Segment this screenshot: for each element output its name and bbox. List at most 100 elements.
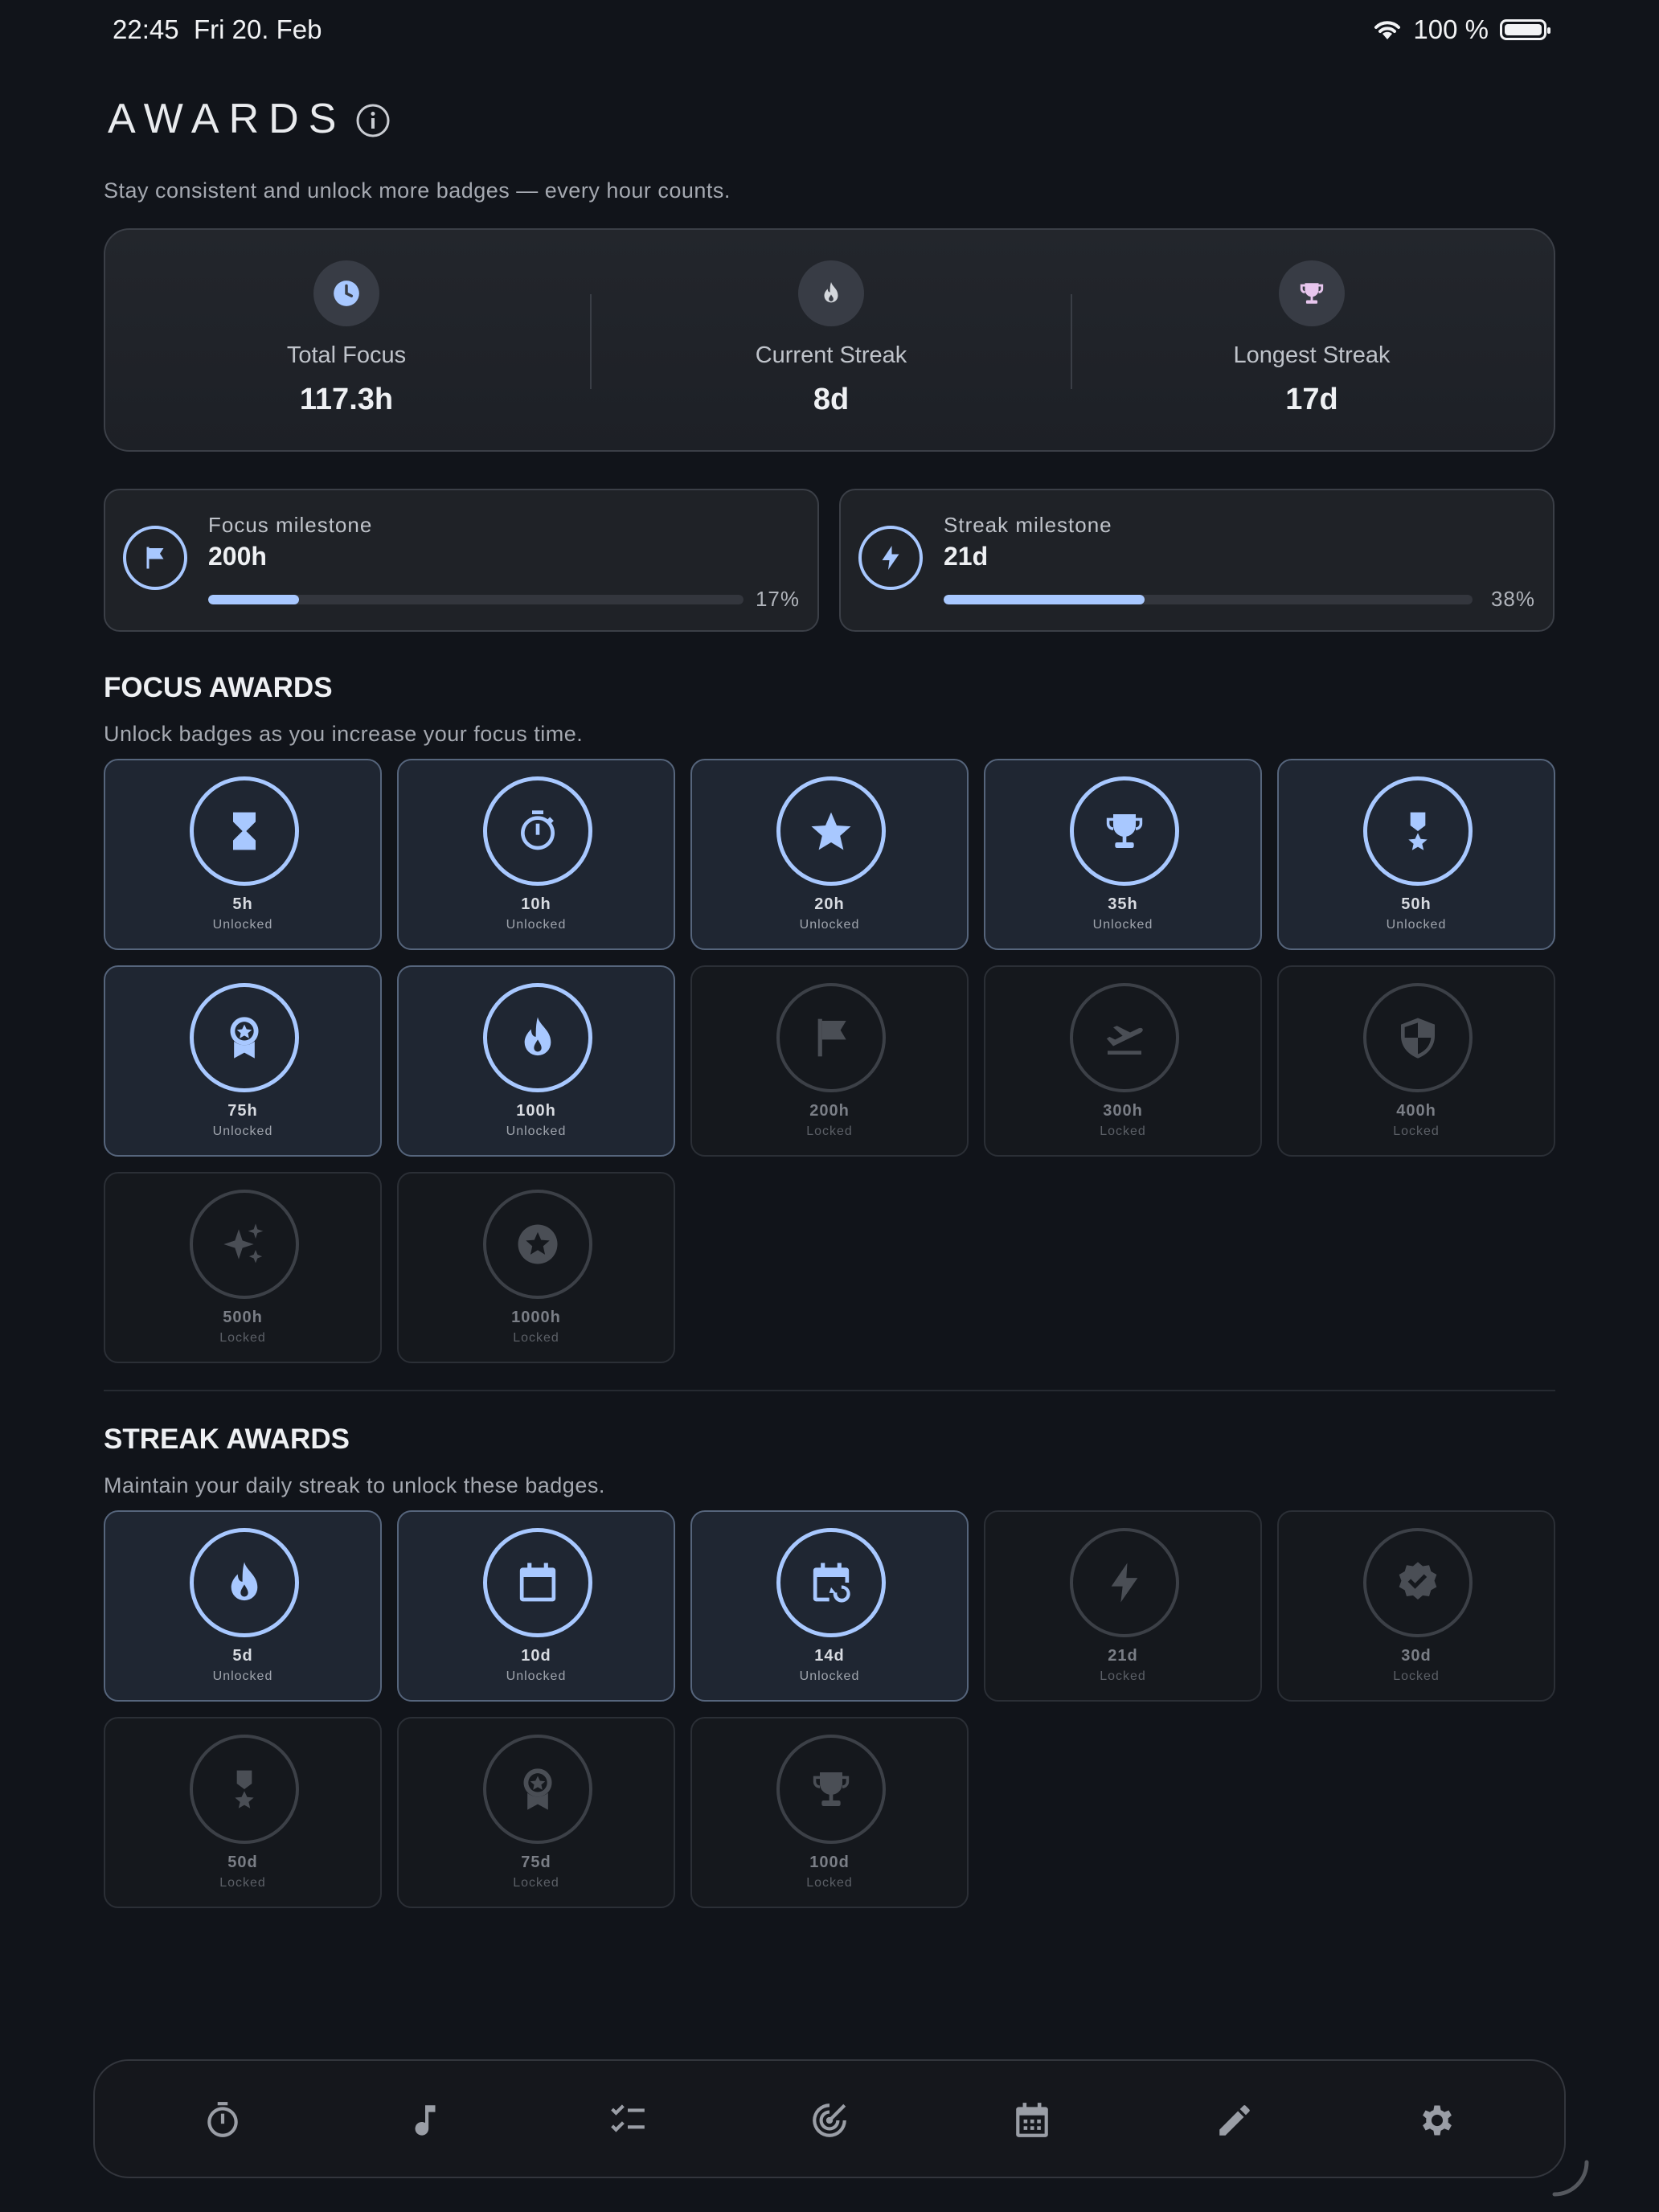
badge-circle <box>776 776 886 886</box>
nav-focus[interactable] <box>805 2096 854 2144</box>
badge-label: 100h <box>516 1102 556 1120</box>
milestone-percent: 17% <box>755 587 800 611</box>
bolt-icon <box>858 526 923 590</box>
badge-label: 35h <box>1108 895 1138 913</box>
stats-card: Total Focus 117.3h Current Streak 8d Lon… <box>104 228 1555 452</box>
badge-75h[interactable]: 75h Unlocked <box>104 965 382 1157</box>
badge-status: Locked <box>1100 1669 1146 1683</box>
badge-300h[interactable]: 300h Locked <box>984 965 1262 1157</box>
hourglass-icon <box>233 812 256 850</box>
badge-14d[interactable]: 14d Unlocked <box>690 1510 969 1702</box>
badge-status: Unlocked <box>506 1124 567 1138</box>
sparkles-icon <box>223 1223 264 1264</box>
info-icon[interactable] <box>355 103 391 138</box>
status-date: Fri 20. Feb <box>193 14 322 44</box>
badge-21d[interactable]: 21d Locked <box>984 1510 1262 1702</box>
focus-awards-subtitle: Unlock badges as you increase your focus… <box>104 722 584 746</box>
badge-label: 400h <box>1396 1102 1436 1120</box>
badge-100d[interactable]: 100d Locked <box>690 1717 969 1908</box>
focus-awards-title: FOCUS AWARDS <box>104 672 333 703</box>
badge-circle <box>483 983 592 1092</box>
badge-status: Unlocked <box>506 918 567 932</box>
verified-icon <box>1399 1562 1437 1600</box>
checklist-icon <box>611 2104 645 2132</box>
status-time: 22:45 <box>113 14 179 44</box>
nav-calendar[interactable] <box>1008 2096 1056 2144</box>
status-right: 100 % <box>1373 14 1550 45</box>
badge-label: 500h <box>223 1309 263 1326</box>
badge-circle <box>483 1190 592 1299</box>
badge-status: Unlocked <box>212 918 273 932</box>
star-icon <box>811 812 851 850</box>
page-title: AWARDS <box>108 96 346 142</box>
badge-circle <box>190 1528 299 1637</box>
stat-current-streak: Current Streak 8d <box>590 230 1072 453</box>
flag-icon <box>123 526 187 590</box>
stat-label: Current Streak <box>755 342 907 368</box>
calendar-icon <box>1016 2103 1048 2137</box>
badge-5h[interactable]: 5h Unlocked <box>104 759 382 950</box>
badge-status: Unlocked <box>1386 918 1447 932</box>
badge-1000h[interactable]: 1000h Locked <box>397 1172 675 1363</box>
trophy-icon <box>1279 260 1345 326</box>
nav-timer[interactable] <box>199 2096 247 2144</box>
bottom-nav <box>93 2059 1566 2178</box>
nav-music[interactable] <box>401 2096 449 2144</box>
badge-label: 10h <box>521 895 551 913</box>
milestone-label: Streak milestone <box>944 513 1112 537</box>
badge-label: 30d <box>1401 1647 1432 1665</box>
stat-value: 8d <box>813 383 850 416</box>
stat-longest-streak: Longest Streak 17d <box>1071 230 1553 453</box>
badge-label: 100d <box>809 1854 850 1871</box>
flame-icon <box>231 1562 258 1601</box>
milestone-progress-fill <box>944 595 1145 604</box>
flame-icon <box>524 1017 551 1056</box>
badge-circle <box>483 776 592 886</box>
badge-status: Unlocked <box>799 1669 860 1683</box>
badge-label: 21d <box>1108 1647 1138 1665</box>
badge-label: 300h <box>1103 1102 1143 1120</box>
badge-label: 50h <box>1401 895 1432 913</box>
nav-notes[interactable] <box>1210 2096 1259 2144</box>
badge-100h[interactable]: 100h Unlocked <box>397 965 675 1157</box>
shield-icon <box>1401 1018 1435 1059</box>
badge-500h[interactable]: 500h Locked <box>104 1172 382 1363</box>
award-ribbon-icon <box>523 1768 552 1810</box>
milestone-value: 21d <box>944 542 989 571</box>
focus-milestone-card: Focus milestone 200h 17% <box>104 489 819 632</box>
badge-75d[interactable]: 75d Locked <box>397 1717 675 1908</box>
badge-status: Locked <box>513 1876 559 1890</box>
badge-circle <box>776 983 886 1092</box>
badge-10d[interactable]: 10d Unlocked <box>397 1510 675 1702</box>
milestone-progress-track <box>944 595 1473 604</box>
badge-50h[interactable]: 50h Unlocked <box>1277 759 1555 950</box>
stat-value: 117.3h <box>299 383 394 416</box>
music-note-icon <box>415 2105 436 2136</box>
badge-30d[interactable]: 30d Locked <box>1277 1510 1555 1702</box>
page-subtitle: Stay consistent and unlock more badges —… <box>104 178 731 203</box>
nav-settings[interactable] <box>1413 2096 1461 2144</box>
nav-tasks[interactable] <box>604 2096 652 2144</box>
bolt-icon <box>1111 1563 1138 1603</box>
badge-circle <box>776 1735 886 1844</box>
badge-20h[interactable]: 20h Unlocked <box>690 759 969 950</box>
badge-35h[interactable]: 35h Unlocked <box>984 759 1262 950</box>
badge-status: Locked <box>513 1331 559 1345</box>
calendar-repeat-icon <box>813 1563 850 1603</box>
badge-circle <box>1070 1528 1179 1637</box>
badge-400h[interactable]: 400h Locked <box>1277 965 1555 1157</box>
badge-status: Unlocked <box>1092 918 1153 932</box>
plane-takeoff-icon <box>1106 1026 1143 1055</box>
calendar-icon <box>519 1563 556 1602</box>
milestone-value: 200h <box>208 542 267 571</box>
badge-5d[interactable]: 5d Unlocked <box>104 1510 382 1702</box>
flame-icon <box>798 260 864 326</box>
medal-icon <box>235 1770 254 1809</box>
status-bar: 22:45 Fri 20. Feb 100 % <box>0 0 1659 58</box>
streak-awards-subtitle: Maintain your daily streak to unlock the… <box>104 1473 605 1497</box>
badge-10h[interactable]: 10h Unlocked <box>397 759 675 950</box>
badge-label: 14d <box>814 1647 845 1665</box>
badge-200h[interactable]: 200h Locked <box>690 965 969 1157</box>
badge-50d[interactable]: 50d Locked <box>104 1717 382 1908</box>
stopwatch-icon <box>521 810 555 850</box>
